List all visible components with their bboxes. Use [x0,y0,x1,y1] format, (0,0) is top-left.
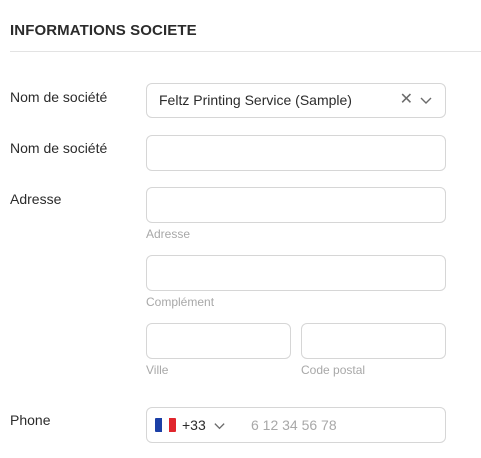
address-postal-hint: Code postal [301,363,366,377]
address-postal-input[interactable] [301,323,446,359]
company-select-value: Feltz Printing Service (Sample) [159,92,352,108]
chevron-down-icon[interactable] [419,93,433,107]
phone-label: Phone [10,412,51,428]
address-city-hint: Ville [146,363,169,377]
address-street-input[interactable] [146,187,446,223]
address-street-hint: Adresse [146,227,191,241]
close-icon[interactable]: ✕ [400,89,413,109]
phone-number-input[interactable]: 6 12 34 56 78 [251,417,337,433]
address-label: Adresse [10,191,62,207]
chevron-down-icon[interactable] [213,419,226,432]
address-city-input[interactable] [146,323,291,359]
company-select-label: Nom de société [10,89,108,105]
section-title: INFORMATIONS SOCIETE [10,22,197,39]
address-complement-hint: Complément [146,295,215,309]
company-name-label: Nom de société [10,140,108,156]
address-complement-input[interactable] [146,255,446,291]
section-divider [10,51,481,52]
company-select[interactable]: Feltz Printing Service (Sample) ✕ [146,83,446,118]
phone-field[interactable]: +33 6 12 34 56 78 [146,407,446,443]
france-flag-icon[interactable] [155,418,176,432]
company-name-input[interactable] [146,135,446,171]
phone-country-code[interactable]: +33 [182,417,206,433]
